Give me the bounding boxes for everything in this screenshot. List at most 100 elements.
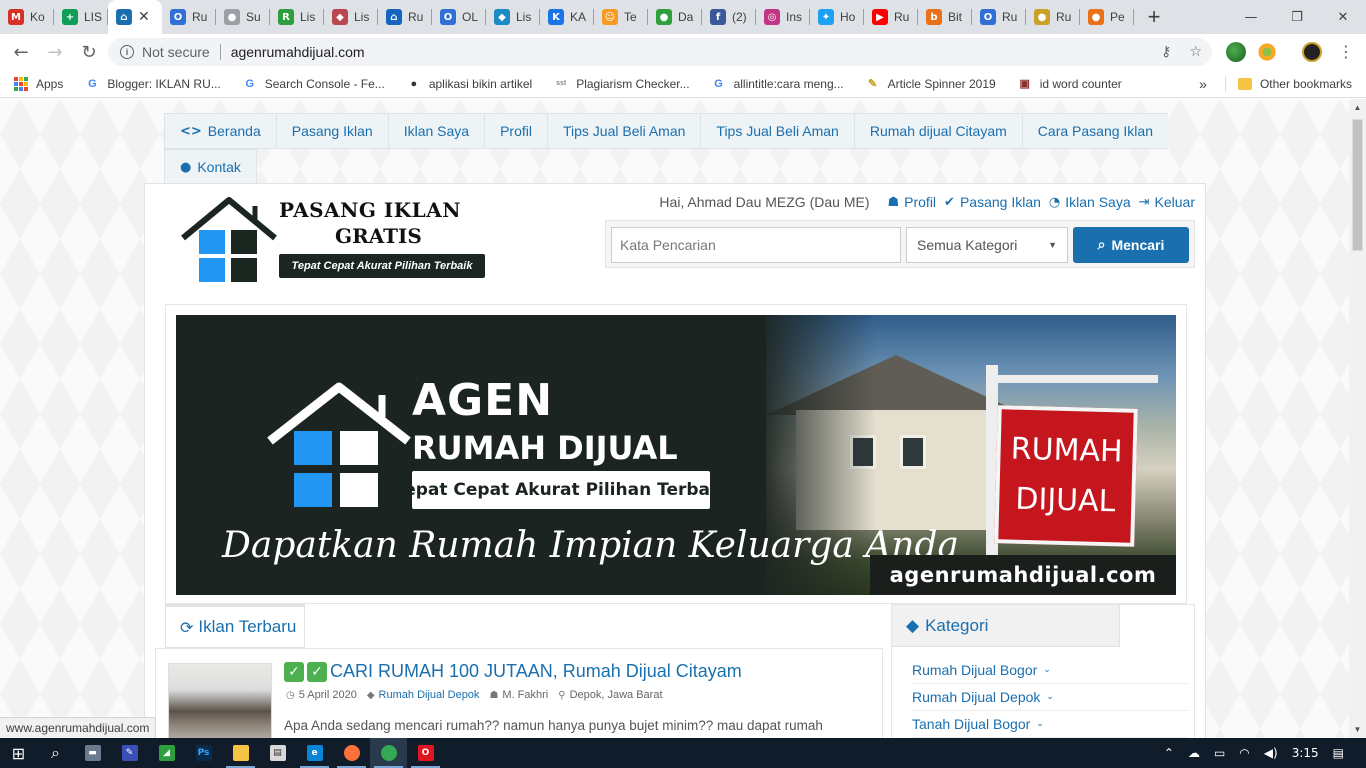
bookmark-item[interactable]: Apps	[14, 76, 63, 91]
taskbar-app[interactable]: ⌕	[37, 738, 74, 768]
browser-tab[interactable]: ⌂ Ru	[378, 0, 432, 34]
bookmark-item[interactable]: ✎ Article Spinner 2019	[866, 77, 996, 91]
nav-item[interactable]: Iklan Saya	[387, 113, 485, 149]
browser-tab[interactable]: O Ru	[972, 0, 1026, 34]
browser-tab[interactable]: + LIS	[54, 0, 108, 34]
taskbar-app[interactable]: e	[296, 738, 333, 768]
tab-latest-ads[interactable]: ⟳ Iklan Terbaru	[165, 604, 305, 648]
browser-tab[interactable]: ✦ Ho	[810, 0, 864, 34]
info-icon[interactable]: i	[120, 45, 134, 59]
browser-tab[interactable]: b Bit	[918, 0, 972, 34]
nav-item[interactable]: ● Kontak	[164, 149, 257, 185]
browser-tab[interactable]: ◆ Lis	[324, 0, 378, 34]
sign-line2: DIJUAL	[1014, 481, 1116, 520]
logo-line1: PASANG IKLAN	[279, 198, 461, 222]
browser-tab[interactable]: ◎ Ins	[756, 0, 810, 34]
close-tab-icon[interactable]: ✕	[138, 9, 150, 25]
user-link[interactable]: ⇥ Keluar	[1139, 194, 1195, 210]
browser-tab[interactable]: ◆ Lis	[486, 0, 540, 34]
taskbar-app[interactable]: O	[407, 738, 444, 768]
taskbar-app[interactable]: ▬	[74, 738, 111, 768]
browser-tab[interactable]: ☺ Te	[594, 0, 648, 34]
nav-item[interactable]: Rumah dijual Citayam	[853, 113, 1022, 149]
browser-tab[interactable]: ● Da	[648, 0, 702, 34]
restore-button[interactable]: ❐	[1274, 0, 1320, 34]
browser-tab[interactable]: R Lis	[270, 0, 324, 34]
security-label[interactable]: Not secure	[142, 44, 210, 60]
browser-tab[interactable]: O Ru	[162, 0, 216, 34]
browser-tab[interactable]: O OL	[432, 0, 486, 34]
nav-item[interactable]: Pasang Iklan	[275, 113, 388, 149]
chrome-menu-icon[interactable]: ⋮	[1336, 42, 1356, 62]
taskbar-app[interactable]: ●	[333, 738, 370, 768]
bookmark-item[interactable]: G Search Console - Fe...	[243, 77, 384, 91]
category-item[interactable]: Rumah Dijual Bogor ⌄	[912, 657, 1188, 684]
tab-title: Ins	[786, 10, 803, 24]
forward-button[interactable]: →	[38, 35, 72, 69]
scrollbar-thumb[interactable]	[1352, 119, 1363, 251]
bookmark-item[interactable]: Gallintitle:cara meng...	[712, 77, 843, 91]
browser-tab[interactable]: ● Pe	[1080, 0, 1134, 34]
address-bar[interactable]: i Not secure agenrumahdijual.com ⚷ ☆	[108, 38, 1212, 66]
minimize-button[interactable]: —	[1228, 0, 1274, 34]
scroll-up-icon[interactable]: ▲	[1349, 99, 1366, 116]
bookmarks-overflow-button[interactable]: »	[1199, 76, 1207, 92]
taskbar-app[interactable]: ✎	[111, 738, 148, 768]
browser-tab[interactable]: ▶ Ru	[864, 0, 918, 34]
taskbar-app[interactable]: ●	[370, 738, 407, 768]
nav-item[interactable]: Profil	[484, 113, 547, 149]
scroll-down-icon[interactable]: ▼	[1349, 721, 1366, 738]
user-link[interactable]: ◔ Iklan Saya	[1049, 194, 1131, 210]
category-select[interactable]: Semua Kategori ▼	[906, 227, 1068, 263]
hero-banner[interactable]: RUMAH DIJUAL AGEN RUMAH DIJUAL Tepat Cep…	[176, 315, 1176, 595]
taskbar-app[interactable]: ▤	[259, 738, 296, 768]
cloud-icon[interactable]: ☁	[1188, 746, 1200, 760]
key-icon[interactable]: ⚷	[1161, 44, 1171, 60]
new-tab-button[interactable]: +	[1140, 0, 1168, 34]
category-item[interactable]: Rumah Dijual Depok ⌄	[912, 684, 1188, 711]
browser-tab[interactable]: M Ko	[0, 0, 54, 34]
extension-seo-icon[interactable]	[1257, 42, 1277, 62]
user-link[interactable]: ☗ Profil	[887, 194, 936, 210]
search-button[interactable]: ⌕ Mencari	[1073, 227, 1189, 263]
bookmark-item[interactable]: sst Plagiarism Checker...	[554, 77, 689, 91]
reload-button[interactable]: ↻	[72, 35, 106, 69]
battery-icon[interactable]: ▭	[1214, 746, 1225, 760]
bookmark-item[interactable]: ▣ id word counter	[1018, 77, 1122, 91]
url-text[interactable]: agenrumahdijual.com	[231, 44, 365, 60]
taskbar-app[interactable]: ◢	[148, 738, 185, 768]
taskbar-app[interactable]: Ps	[185, 738, 222, 768]
chevron-up-icon[interactable]: ⌃	[1164, 746, 1174, 760]
volume-icon[interactable]: ◀)	[1264, 746, 1278, 760]
browser-tab[interactable]: f (2)	[702, 0, 756, 34]
extension-globe-icon[interactable]	[1226, 42, 1246, 62]
category-item[interactable]: Tanah Dijual Bogor ⌄	[912, 711, 1188, 738]
page-scrollbar[interactable]: ▲ ▼	[1349, 99, 1366, 738]
back-button[interactable]: ←	[4, 35, 38, 69]
site-logo[interactable]: PASANG IKLAN GRATIS Tepat Cepat Akurat P…	[179, 192, 491, 286]
browser-tab[interactable]: K KA	[540, 0, 594, 34]
listing-category-link[interactable]: Rumah Dijual Depok	[379, 689, 480, 701]
other-bookmarks-button[interactable]: Other bookmarks	[1260, 77, 1352, 91]
browser-tab[interactable]: ● Su	[216, 0, 270, 34]
profile-avatar[interactable]	[1302, 42, 1322, 62]
listing-thumbnail[interactable]	[168, 663, 272, 738]
bookmark-star-icon[interactable]: ☆	[1189, 44, 1202, 60]
search-input[interactable]: Kata Pencarian	[611, 227, 901, 263]
listing-title-link[interactable]: ✓ ✓ CARI RUMAH 100 JUTAAN, Rumah Dijual …	[284, 661, 742, 682]
nav-item[interactable]: Cara Pasang Iklan	[1021, 113, 1168, 149]
nav-item[interactable]: Tips Jual Beli Aman	[546, 113, 701, 149]
notification-icon[interactable]: ▤	[1333, 746, 1344, 760]
bookmark-item[interactable]: ● aplikasi bikin artikel	[407, 77, 532, 91]
taskbar-app[interactable]: ▰	[222, 738, 259, 768]
taskbar-app[interactable]: ⊞	[0, 738, 37, 768]
browser-tab[interactable]: ⌂ ✕	[108, 0, 162, 34]
close-window-button[interactable]: ✕	[1320, 0, 1366, 34]
user-link[interactable]: ✔ Pasang Iklan	[944, 194, 1041, 210]
bookmark-item[interactable]: G Blogger: IKLAN RU...	[85, 77, 221, 91]
browser-tab[interactable]: ● Ru	[1026, 0, 1080, 34]
nav-item[interactable]: <> Beranda	[164, 113, 276, 149]
wifi-icon[interactable]: ◠	[1239, 746, 1249, 760]
nav-item[interactable]: Tips Jual Beli Aman	[700, 113, 854, 149]
clock-time[interactable]: 3:15	[1292, 746, 1319, 760]
